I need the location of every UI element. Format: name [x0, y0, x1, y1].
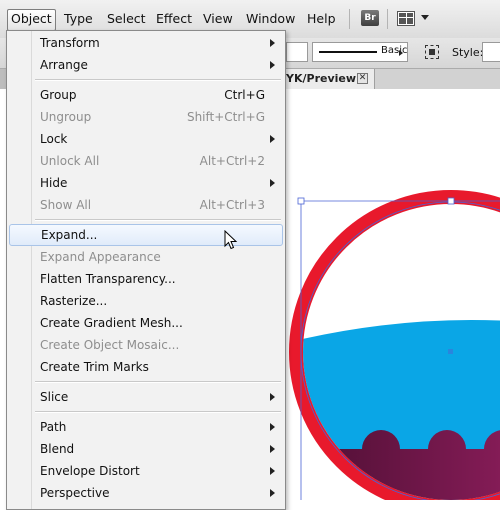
menu-type[interactable]: Type [61, 9, 96, 29]
menubar-divider [349, 9, 350, 29]
center-point [448, 349, 453, 354]
menu-item-flatten-transparency[interactable]: Flatten Transparency... [7, 268, 285, 290]
close-icon[interactable]: ✕ [357, 73, 368, 84]
menu-separator [35, 79, 281, 81]
menu-item-label: Transform [40, 36, 100, 50]
menu-item-create-gradient-mesh[interactable]: Create Gradient Mesh... [7, 312, 285, 334]
submenu-arrow-icon [270, 393, 275, 401]
menubar-divider [387, 9, 388, 29]
menu-item-label: Group [40, 88, 77, 102]
object-menu-dropdown: Transform Arrange Group Ctrl+G Ungroup Shift+… [6, 30, 286, 510]
stroke-weight-field[interactable] [286, 42, 308, 62]
menu-item-label: Expand Appearance [40, 250, 161, 264]
submenu-arrow-icon [270, 489, 275, 497]
bridge-icon[interactable]: Br [361, 10, 379, 26]
menu-object[interactable]: Object [7, 9, 56, 31]
menu-item-label: Path [40, 420, 67, 434]
menu-item-create-trim-marks[interactable]: Create Trim Marks [7, 356, 285, 378]
menu-separator [35, 411, 281, 413]
menu-item-label: Expand... [41, 228, 98, 242]
submenu-arrow-icon [270, 135, 275, 143]
stroke-profile-dropdown[interactable]: Basic [312, 42, 408, 62]
menu-item-envelope-distort[interactable]: Envelope Distort [7, 460, 285, 482]
menu-item-label: Flatten Transparency... [40, 272, 176, 286]
menu-item-label: Create Object Mosaic... [40, 338, 180, 352]
submenu-arrow-icon [270, 39, 275, 47]
artwork-inner [303, 204, 500, 500]
menu-item-hide[interactable]: Hide [7, 172, 285, 194]
chevron-down-icon[interactable] [421, 15, 429, 20]
menu-item-arrange[interactable]: Arrange [7, 54, 285, 76]
workspace-switcher-icon[interactable] [397, 11, 415, 26]
menu-item-shortcut: Shift+Ctrl+G [186, 110, 265, 124]
menu-item-shortcut: Ctrl+G [224, 88, 265, 102]
menu-item-label: Create Trim Marks [40, 360, 149, 374]
menu-item-label: Envelope Distort [40, 464, 140, 478]
menu-item-label: Perspective [40, 486, 110, 500]
menu-item-label: Ungroup [40, 110, 92, 124]
submenu-arrow-icon [270, 423, 275, 431]
chevron-right-icon [399, 50, 403, 56]
menu-item-unlock-all[interactable]: Unlock All Alt+Ctrl+2 [7, 150, 285, 172]
menu-item-label: Lock [40, 132, 68, 146]
bounding-box-handle[interactable] [297, 197, 305, 205]
align-to-selection-icon[interactable] [425, 45, 439, 59]
menu-item-perspective[interactable]: Perspective [7, 482, 285, 504]
menu-item-label: Hide [40, 176, 68, 190]
menu-item-expand[interactable]: Expand... [9, 224, 283, 246]
menu-item-path[interactable]: Path [7, 416, 285, 438]
menu-effect[interactable]: Effect [153, 9, 195, 29]
menu-item-transform[interactable]: Transform [7, 32, 285, 54]
menu-item-ungroup[interactable]: Ungroup Shift+Ctrl+G [7, 106, 285, 128]
submenu-arrow-icon [270, 61, 275, 69]
menu-item-label: Create Gradient Mesh... [40, 316, 183, 330]
menu-window[interactable]: Window [243, 9, 298, 29]
style-label: Style: [452, 46, 484, 59]
menu-item-expand-appearance[interactable]: Expand Appearance [7, 246, 285, 268]
submenu-arrow-icon [270, 467, 275, 475]
menu-separator [35, 381, 281, 383]
menu-item-label: Arrange [40, 58, 88, 72]
graphic-style-swatch[interactable] [482, 42, 500, 62]
menu-item-shortcut: Alt+Ctrl+2 [199, 154, 265, 168]
menu-item-label: Slice [40, 390, 69, 404]
menu-item-label: Blend [40, 442, 75, 456]
stroke-profile-label: Basic [381, 45, 408, 56]
menu-item-blend[interactable]: Blend [7, 438, 285, 460]
menu-item-slice[interactable]: Slice [7, 386, 285, 408]
menu-item-label: Rasterize... [40, 294, 108, 308]
bounding-box-handle[interactable] [447, 197, 455, 205]
menu-item-rasterize[interactable]: Rasterize... [7, 290, 285, 312]
menu-view[interactable]: View [200, 9, 236, 29]
submenu-arrow-icon [270, 179, 275, 187]
menu-item-label: Show All [40, 198, 92, 212]
stroke-line-preview [319, 51, 377, 53]
menu-help[interactable]: Help [304, 9, 339, 29]
mouse-cursor-icon [224, 230, 238, 250]
menu-separator [35, 219, 281, 221]
document-tab-label: YK/Preview) [286, 72, 362, 85]
menu-item-show-all[interactable]: Show All Alt+Ctrl+3 [7, 194, 285, 216]
menu-item-label: Unlock All [40, 154, 100, 168]
submenu-arrow-icon [270, 445, 275, 453]
menu-select[interactable]: Select [104, 9, 149, 29]
menu-item-lock[interactable]: Lock [7, 128, 285, 150]
menu-item-create-object-mosaic[interactable]: Create Object Mosaic... [7, 334, 285, 356]
menu-item-shortcut: Alt+Ctrl+3 [199, 198, 265, 212]
menu-item-group[interactable]: Group Ctrl+G [7, 84, 285, 106]
